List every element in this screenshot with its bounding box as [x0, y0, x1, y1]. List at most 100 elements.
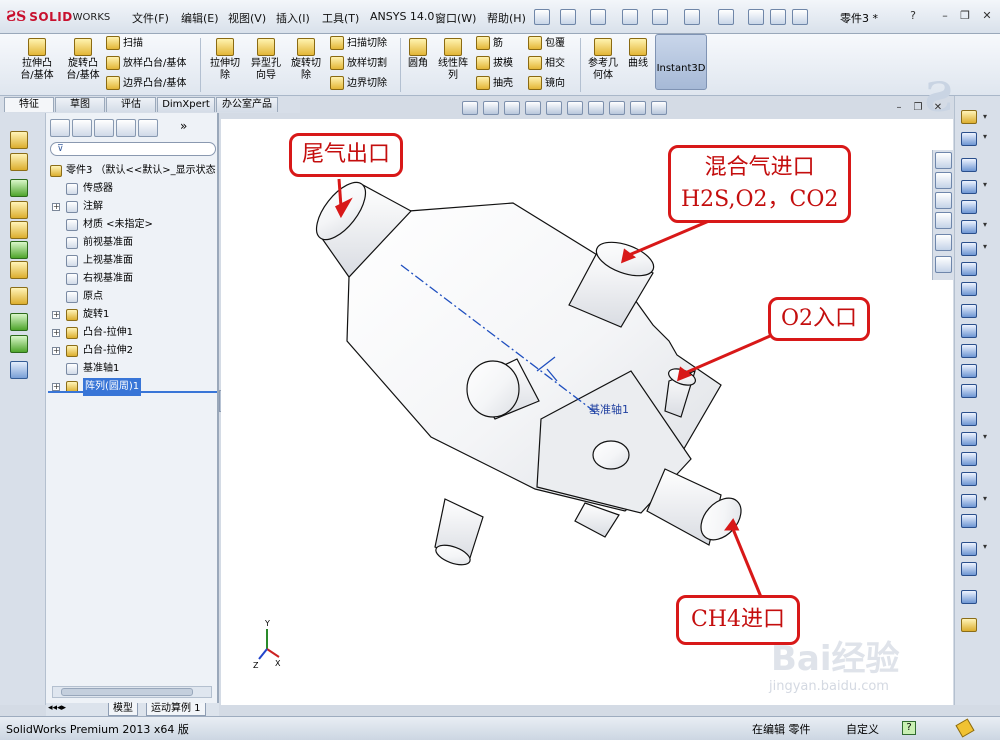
reference-point-shortcut-icon[interactable]	[10, 313, 28, 331]
appearances-icon[interactable]	[935, 234, 952, 251]
design-library-icon[interactable]	[935, 172, 952, 189]
menu-ansys[interactable]: ANSYS 14.0	[370, 10, 434, 23]
lofted-cut-button[interactable]: 放样切割	[330, 55, 387, 73]
doc-minimize-button[interactable]: –	[893, 102, 905, 114]
expand-toggle-icon[interactable]: +	[52, 311, 60, 319]
repair-sketch-icon[interactable]	[961, 562, 977, 576]
feature-tree-tab-icon[interactable]	[50, 119, 70, 137]
restore-window-button[interactable]: ❐	[958, 9, 972, 23]
tab-model[interactable]: 模型	[108, 703, 138, 716]
spline-icon[interactable]	[961, 262, 977, 276]
rollback-bar[interactable]	[48, 391, 217, 393]
dropdown-arrow-icon[interactable]: ▾	[983, 432, 987, 441]
section-view-icon[interactable]	[525, 101, 541, 115]
zoom-to-fit-icon[interactable]	[462, 101, 478, 115]
reference-geometry-button[interactable]: 参考几 何体	[584, 38, 622, 82]
tab-features[interactable]: 特征	[4, 97, 54, 112]
tree-item-origin[interactable]: 原点	[46, 288, 219, 306]
line-icon[interactable]	[961, 158, 977, 172]
shell-button[interactable]: 抽壳	[476, 75, 513, 93]
tab-motion-study[interactable]: 运动算例 1	[146, 703, 206, 716]
sketch-fillet-icon[interactable]	[961, 304, 977, 318]
rebuild-icon[interactable]	[748, 9, 764, 25]
circle-icon[interactable]	[961, 220, 977, 234]
graphics-area[interactable]: Y X Z 基准轴1 尾气出口 混合气进口 H2S,O2，CO2 O2入口 CH…	[221, 119, 953, 705]
dropdown-arrow-icon[interactable]: ▾	[983, 132, 987, 141]
rib-shortcut-icon[interactable]	[10, 221, 28, 239]
mirror-button[interactable]: 镜向	[528, 75, 565, 93]
help-question-icon[interactable]: ?	[906, 9, 920, 23]
text-icon[interactable]	[961, 384, 977, 398]
offset-entities-icon[interactable]	[961, 452, 977, 466]
tree-item-annotations[interactable]: + 注解	[46, 198, 219, 216]
solidworks-logo[interactable]: ƧS SOLID WORKS	[6, 8, 110, 26]
display-style-icon[interactable]	[567, 101, 583, 115]
revolve-shortcut-icon[interactable]	[10, 153, 28, 171]
tree-item-circular-pattern1[interactable]: + 阵列(圆周)1	[46, 378, 219, 396]
custom-properties-icon[interactable]	[935, 256, 952, 273]
status-help-icon[interactable]: ?	[902, 721, 916, 735]
loft-boss-button[interactable]: 放样凸台/基体	[106, 55, 186, 73]
sketch-icon[interactable]	[961, 110, 977, 124]
move-entities-icon[interactable]	[961, 514, 977, 528]
trim-entities-icon[interactable]	[961, 412, 977, 426]
chamfer-shortcut-icon[interactable]	[10, 201, 28, 219]
status-units[interactable]: 自定义	[846, 721, 879, 737]
hole-wizard-button[interactable]: 异型孔 向导	[246, 38, 286, 82]
pattern-shortcut-icon[interactable]	[10, 287, 28, 305]
view-palette-icon[interactable]	[935, 212, 952, 229]
extrude-shortcut-icon[interactable]	[10, 131, 28, 149]
rectangle-icon[interactable]	[961, 180, 977, 194]
expand-toggle-icon[interactable]: +	[52, 329, 60, 337]
tab-sketch[interactable]: 草图	[55, 97, 105, 112]
instant3d-button[interactable]: Instant3D	[655, 34, 707, 90]
feature-filter-field[interactable]: ⊽	[50, 142, 216, 156]
dropdown-arrow-icon[interactable]: ▾	[983, 242, 987, 251]
ellipse-icon[interactable]	[961, 282, 977, 296]
edit-appearance-icon[interactable]	[609, 101, 625, 115]
convert-entities-icon[interactable]	[961, 432, 977, 446]
save-icon[interactable]	[622, 9, 638, 25]
view-orientation-icon[interactable]	[546, 101, 562, 115]
property-manager-tab-icon[interactable]	[72, 119, 92, 137]
plane-sketch-icon[interactable]	[961, 324, 977, 338]
file-explorer-icon[interactable]	[935, 192, 952, 209]
dropdown-arrow-icon[interactable]: ▾	[983, 494, 987, 503]
revolved-boss-button[interactable]: 旋转凸 台/基体	[62, 38, 104, 82]
point-icon[interactable]	[961, 344, 977, 358]
expand-toggle-icon[interactable]: +	[52, 347, 60, 355]
doc-close-button[interactable]: ✕	[932, 102, 944, 114]
linear-pattern-button[interactable]: 线性阵 列	[434, 38, 472, 82]
rib-button[interactable]: 筋	[476, 35, 503, 53]
tree-item-sensors[interactable]: 传感器	[46, 180, 219, 198]
expand-toggle-icon[interactable]: +	[52, 203, 60, 211]
dropdown-arrow-icon[interactable]: ▾	[983, 542, 987, 551]
select-cursor-icon[interactable]	[718, 9, 734, 25]
dropdown-arrow-icon[interactable]: ▾	[983, 220, 987, 229]
pin-icon[interactable]	[534, 9, 550, 25]
home-icon[interactable]	[935, 152, 952, 169]
extruded-cut-button[interactable]: 拉伸切 除	[205, 38, 245, 82]
dropdown-arrow-icon[interactable]: ▾	[983, 112, 987, 121]
tree-item-boss-extrude1[interactable]: + 凸台-拉伸1	[46, 324, 219, 342]
tree-item-right-plane[interactable]: 右视基准面	[46, 270, 219, 288]
expand-toggle-icon[interactable]: +	[52, 383, 60, 391]
draft-button[interactable]: 拔模	[476, 55, 513, 73]
curves-button[interactable]: 曲线	[624, 38, 652, 70]
hole-shortcut-icon[interactable]	[10, 261, 28, 279]
display-manager-tab-icon[interactable]	[138, 119, 158, 137]
slot-icon[interactable]	[961, 200, 977, 214]
tree-item-boss-extrude2[interactable]: + 凸台-拉伸2	[46, 342, 219, 360]
boundary-boss-button[interactable]: 边界凸台/基体	[106, 75, 186, 93]
tree-item-axis1[interactable]: 基准轴1	[46, 360, 219, 378]
shell-shortcut-icon[interactable]	[10, 241, 28, 259]
print-icon[interactable]	[652, 9, 668, 25]
centerline-icon[interactable]	[961, 364, 977, 378]
fillet-shortcut-icon[interactable]	[10, 179, 28, 197]
tag-icon[interactable]	[955, 718, 975, 738]
close-window-button[interactable]: ✕	[980, 9, 994, 23]
open-folder-icon[interactable]	[590, 9, 606, 25]
scrollbar-thumb[interactable]	[61, 688, 193, 696]
undo-icon[interactable]	[684, 9, 700, 25]
quick-snaps-icon[interactable]	[961, 590, 977, 604]
